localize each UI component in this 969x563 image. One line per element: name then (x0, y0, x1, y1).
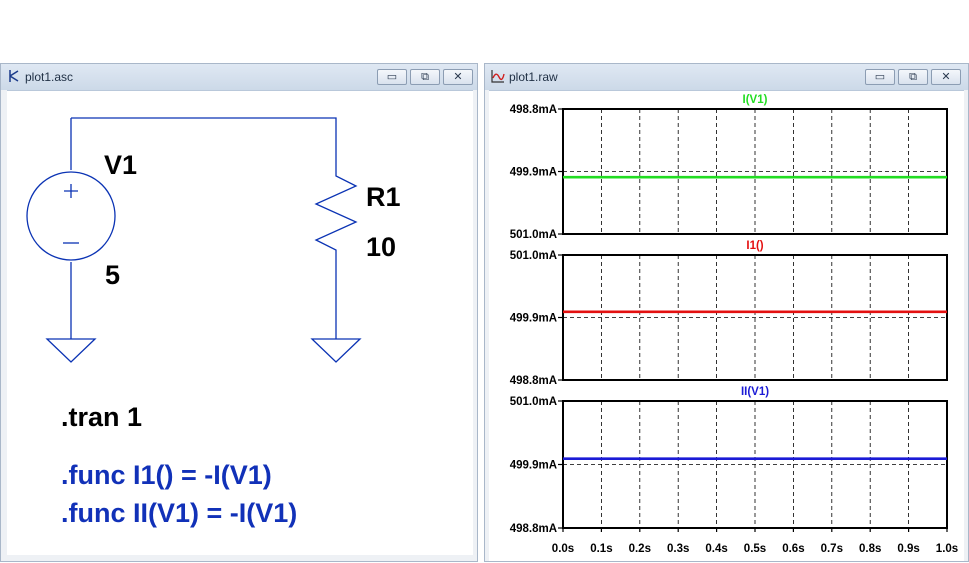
trace-name-label[interactable]: II(V1) (741, 386, 769, 398)
v1-ref-label: V1 (104, 150, 137, 180)
schematic-minimize-button[interactable]: ▭ (377, 69, 407, 85)
plot-window-title: plot1.raw (509, 70, 558, 84)
minimize-icon: ▭ (874, 71, 886, 83)
y-tick-label: 499.9mA (510, 313, 557, 325)
plot-restore-button[interactable]: ⧉ (898, 69, 928, 85)
x-tick-label: 1.0s (936, 543, 958, 555)
y-tick-label: 501.0mA (510, 396, 557, 408)
x-tick-label: 0.3s (667, 543, 689, 555)
func-directive-2[interactable]: .func II(V1) = -I(V1) (61, 498, 297, 528)
x-tick-label: 0.2s (629, 543, 651, 555)
plot-minimize-button[interactable]: ▭ (865, 69, 895, 85)
schematic-canvas[interactable]: V1 5 R1 10 .tran 1 .func I1() = -I(V1) .… (7, 90, 474, 557)
schematic-restore-button[interactable]: ⧉ (410, 69, 440, 85)
schematic-window: plot1.asc ▭ ⧉ ✕ V1 5 R1 10 .tran 1 .func… (0, 63, 478, 562)
voltage-source-symbol[interactable] (26, 171, 116, 261)
x-tick-label: 0.4s (705, 543, 727, 555)
y-tick-label: 498.8mA (510, 104, 557, 116)
x-tick-label: 0.5s (744, 543, 766, 555)
x-tick-label: 0.0s (552, 543, 574, 555)
plot-titlebar[interactable]: plot1.raw ▭ ⧉ ✕ (485, 64, 968, 91)
waveform-app-icon (491, 70, 505, 83)
r1-ref-label: R1 (366, 182, 401, 212)
y-tick-label: 499.9mA (510, 460, 557, 472)
x-tick-label: 0.6s (782, 543, 804, 555)
resistor-symbol[interactable] (314, 170, 358, 260)
trace-name-label[interactable]: I(V1) (743, 94, 768, 106)
y-tick-label: 501.0mA (510, 250, 557, 262)
x-tick-label: 0.7s (821, 543, 843, 555)
x-tick-label: 0.9s (897, 543, 919, 555)
r1-value-label: 10 (366, 232, 396, 262)
restore-icon: ⧉ (421, 71, 429, 83)
func-directive-1[interactable]: .func I1() = -I(V1) (61, 460, 272, 490)
close-icon: ✕ (453, 71, 463, 83)
y-tick-label: 499.9mA (510, 167, 557, 179)
ground-icon (310, 338, 362, 363)
schematic-app-icon (9, 70, 19, 82)
plot-close-button[interactable]: ✕ (931, 69, 961, 85)
schematic-window-title: plot1.asc (25, 70, 74, 84)
plot-window: plot1.raw ▭ ⧉ ✕ 498.8mA 499.9mA 501.0mA I(V… (484, 63, 969, 562)
trace-name-label[interactable]: I1() (746, 240, 763, 252)
v1-value-label: 5 (105, 260, 120, 290)
schematic-close-button[interactable]: ✕ (443, 69, 473, 85)
schematic-titlebar[interactable]: plot1.asc ▭ ⧉ ✕ (1, 64, 477, 91)
x-tick-label: 0.8s (859, 543, 881, 555)
tran-directive[interactable]: .tran 1 (61, 402, 142, 432)
y-tick-label: 498.8mA (510, 375, 557, 387)
ground-icon (45, 338, 97, 363)
x-tick-label: 0.1s (590, 543, 612, 555)
close-icon: ✕ (941, 71, 951, 83)
y-tick-label: 498.8mA (510, 523, 557, 535)
restore-icon: ⧉ (909, 71, 917, 83)
y-tick-label: 501.0mA (510, 229, 557, 241)
minimize-icon: ▭ (386, 71, 398, 83)
plot-area[interactable]: 498.8mA 499.9mA 501.0mA I(V1) 501.0mA 499.9mA… (489, 90, 966, 563)
